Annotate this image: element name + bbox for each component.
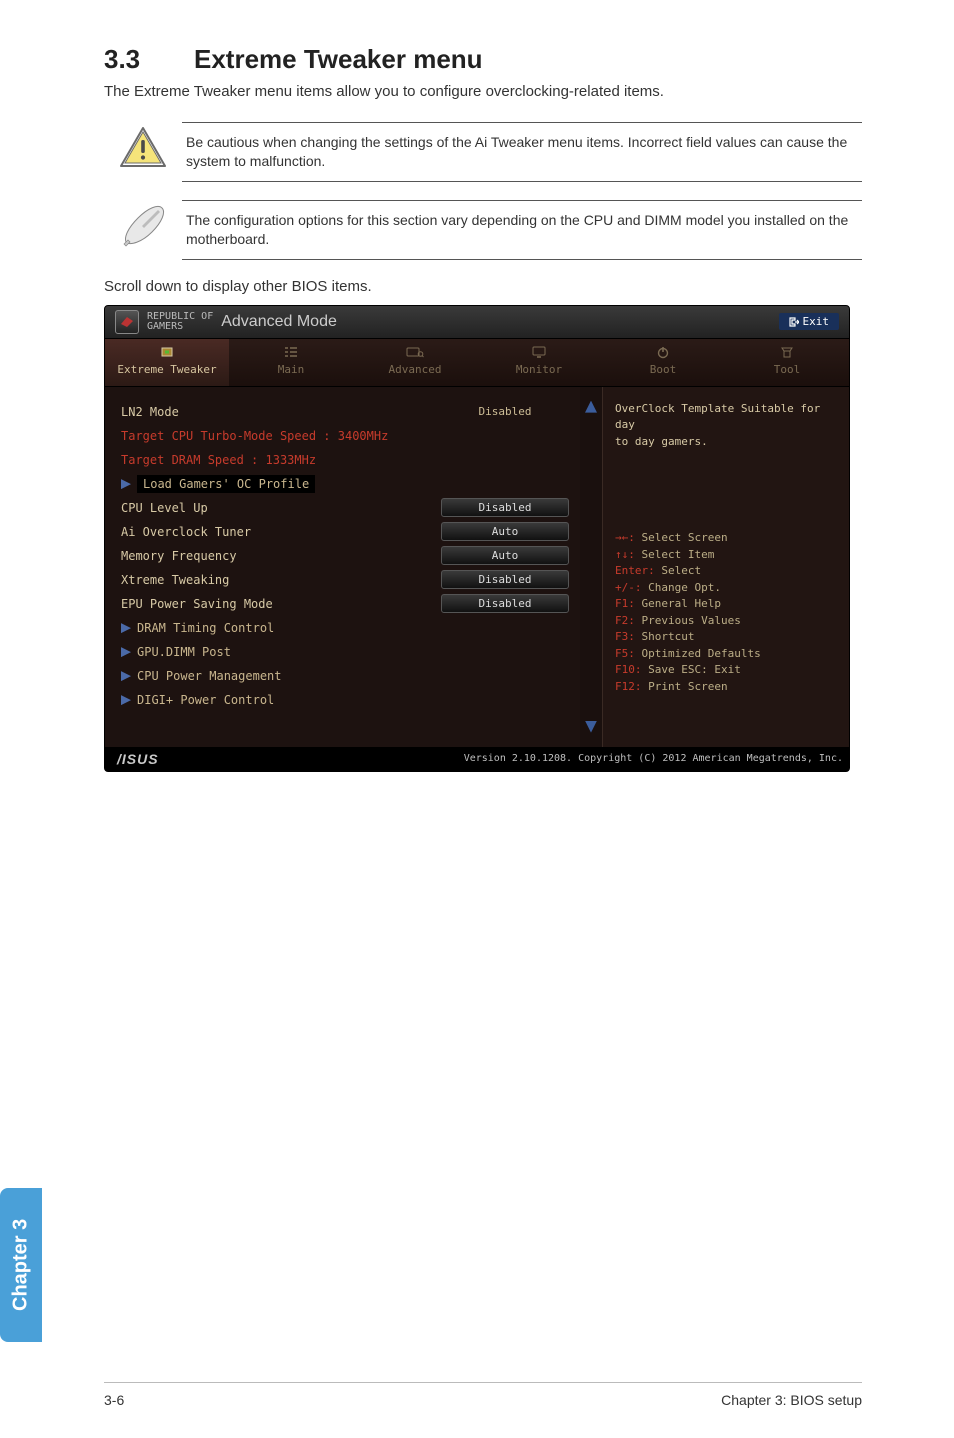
row-label: DRAM Timing Control	[137, 621, 274, 635]
chapter-side-tab: Chapter 3	[0, 1188, 42, 1342]
page-number: 3-6	[104, 1392, 124, 1408]
row-ai-overclock-tuner[interactable]: Ai Overclock Tuner Auto	[121, 521, 570, 543]
row-label: DIGI+ Power Control	[137, 693, 274, 707]
row-label: Memory Frequency	[121, 549, 440, 563]
tab-tool[interactable]: Tool	[725, 339, 849, 386]
row-value[interactable]: Auto	[441, 546, 569, 565]
chip-icon	[159, 345, 175, 359]
row-load-gamers-oc-profile[interactable]: Load Gamers' OC Profile	[121, 473, 570, 495]
section-lead: The Extreme Tweaker menu items allow you…	[104, 83, 862, 100]
row-label: EPU Power Saving Mode	[121, 597, 440, 611]
rog-badge-icon	[115, 310, 139, 334]
row-value[interactable]: Disabled	[441, 594, 569, 613]
row-label: CPU Level Up	[121, 501, 440, 515]
row-label: CPU Power Management	[137, 669, 282, 683]
tab-monitor[interactable]: Monitor	[477, 339, 601, 386]
power-icon	[656, 345, 670, 359]
row-xtreme-tweaking[interactable]: Xtreme Tweaking Disabled	[121, 569, 570, 591]
row-gpu-dimm-post[interactable]: GPU.DIMM Post	[121, 641, 570, 663]
note-icon	[118, 204, 168, 248]
tab-label: Main	[278, 363, 305, 376]
tab-label: Extreme Tweaker	[117, 363, 216, 376]
note-text: The configuration options for this secti…	[182, 200, 862, 260]
row-epu-power-saving[interactable]: EPU Power Saving Mode Disabled	[121, 593, 570, 615]
row-value[interactable]: Auto	[441, 522, 569, 541]
help-description: OverClock Template Suitable for day to d…	[615, 401, 837, 451]
row-label: LN2 Mode	[121, 405, 440, 419]
bios-help-panel: OverClock Template Suitable for day to d…	[602, 387, 849, 747]
caution-callout: Be cautious when changing the settings o…	[104, 122, 862, 182]
bios-footer: /ISUS Version 2.10.1208. Copyright (C) 2…	[105, 747, 849, 771]
tab-label: Advanced	[389, 363, 442, 376]
bios-mode-label: Advanced Mode	[221, 313, 337, 331]
exit-button[interactable]: Exit	[779, 313, 840, 330]
page-footer: 3-6 Chapter 3: BIOS setup	[0, 1391, 954, 1408]
row-label: GPU.DIMM Post	[137, 645, 231, 659]
tab-label: Boot	[650, 363, 677, 376]
tool-icon	[779, 345, 795, 359]
row-label: Target CPU Turbo-Mode Speed : 3400MHz	[121, 429, 440, 443]
monitor-icon	[531, 345, 547, 359]
warning-icon	[119, 126, 167, 168]
asus-logo: /ISUS	[117, 751, 159, 767]
advanced-icon	[406, 345, 424, 359]
row-value[interactable]: Disabled	[441, 498, 569, 517]
row-target-dram: Target DRAM Speed : 1333MHz	[121, 449, 570, 471]
scroll-note: Scroll down to display other BIOS items.	[104, 278, 862, 295]
exit-label: Exit	[803, 315, 830, 328]
row-digi-power-control[interactable]: DIGI+ Power Control	[121, 689, 570, 711]
row-label: Target DRAM Speed : 1333MHz	[121, 453, 440, 467]
row-value: Disabled	[442, 403, 568, 420]
row-memory-frequency[interactable]: Memory Frequency Auto	[121, 545, 570, 567]
row-value[interactable]: Disabled	[441, 570, 569, 589]
row-ln2-mode: LN2 Mode Disabled	[121, 401, 570, 423]
chapter-title: Chapter 3: BIOS setup	[721, 1392, 862, 1408]
tab-extreme-tweaker[interactable]: Extreme Tweaker	[105, 339, 229, 386]
row-label: Ai Overclock Tuner	[121, 525, 440, 539]
scroll-down-icon[interactable]	[585, 721, 597, 733]
brand-text: REPUBLIC OF GAMERS	[147, 312, 213, 332]
row-label: Xtreme Tweaking	[121, 573, 440, 587]
help-key-list: →←: Select Screen ↑↓: Select Item Enter:…	[615, 530, 837, 695]
list-icon	[283, 345, 299, 359]
row-cpu-level-up[interactable]: CPU Level Up Disabled	[121, 497, 570, 519]
tab-main[interactable]: Main	[229, 339, 353, 386]
tab-label: Monitor	[516, 363, 562, 376]
bios-tabs: Extreme Tweaker Main Advanced Monitor Bo…	[105, 339, 849, 387]
bios-panel: REPUBLIC OF GAMERS Advanced Mode Exit Ex…	[104, 305, 850, 772]
section-number: 3.3	[104, 44, 194, 75]
row-target-cpu: Target CPU Turbo-Mode Speed : 3400MHz	[121, 425, 570, 447]
scroll-up-icon[interactable]	[585, 401, 597, 413]
row-cpu-power-management[interactable]: CPU Power Management	[121, 665, 570, 687]
section-heading: 3.3Extreme Tweaker menu	[104, 44, 862, 75]
row-label: Load Gamers' OC Profile	[137, 475, 315, 493]
bios-scrollbar[interactable]	[580, 387, 602, 747]
caution-text: Be cautious when changing the settings o…	[182, 122, 862, 182]
tab-advanced[interactable]: Advanced	[353, 339, 477, 386]
bios-titlebar: REPUBLIC OF GAMERS Advanced Mode Exit	[105, 306, 849, 339]
section-title: Extreme Tweaker menu	[194, 44, 483, 74]
tab-boot[interactable]: Boot	[601, 339, 725, 386]
row-dram-timing-control[interactable]: DRAM Timing Control	[121, 617, 570, 639]
bios-version-text: Version 2.10.1208. Copyright (C) 2012 Am…	[464, 753, 843, 764]
tab-label: Tool	[774, 363, 801, 376]
exit-icon	[789, 317, 799, 327]
note-callout: The configuration options for this secti…	[104, 200, 862, 260]
